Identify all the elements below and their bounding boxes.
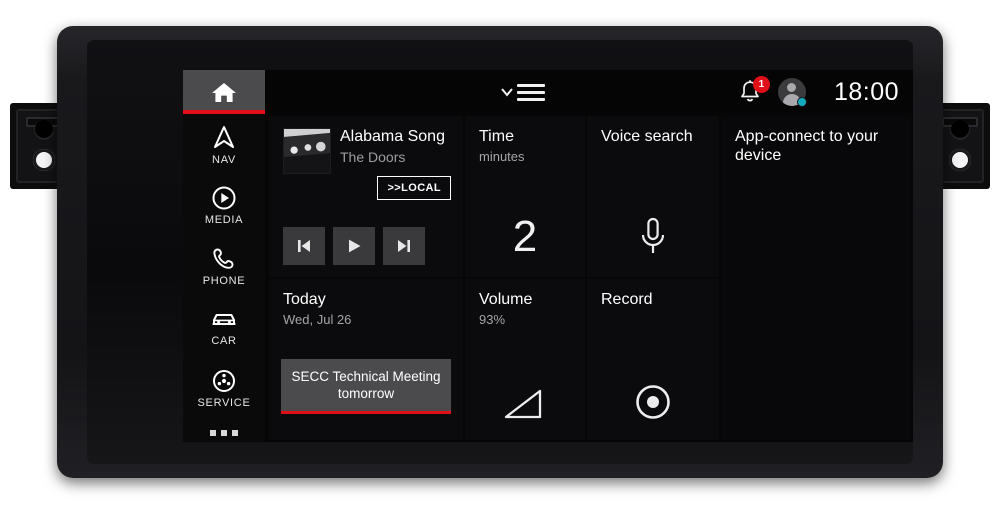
sidebar-item-label: CAR [211, 335, 237, 347]
media-header: Alabama Song The Doors [283, 128, 451, 174]
play-icon [349, 239, 361, 253]
play-button[interactable] [333, 227, 375, 265]
sidebar-item-label: PHONE [202, 275, 246, 287]
calendar-event-item[interactable]: SECC Technical Meeting tomorrow [281, 358, 451, 414]
time-tile[interactable]: Time minutes 2 [465, 116, 585, 277]
head-unit-device: 1 18:00 NAV MEDIA PHONE CAR SERVICE Alab… [57, 26, 943, 478]
right-bracket-screw-hole [949, 149, 971, 171]
track-info: Alabama Song The Doors [340, 128, 445, 165]
clock: 18:00 [833, 77, 899, 106]
home-icon [212, 82, 236, 102]
volume-triangle-icon [504, 389, 542, 419]
home-active-indicator [183, 110, 265, 114]
screen-body: NAV MEDIA PHONE CAR SERVICE Alabama Song… [183, 114, 913, 442]
media-player-tile[interactable]: Alabama Song The Doors >>LOCAL [269, 116, 463, 277]
hamburger-icon [517, 83, 545, 101]
car-icon [212, 314, 236, 325]
app-connect-tile[interactable]: App-connect to your device [721, 116, 911, 440]
more-dots-icon[interactable] [183, 430, 265, 436]
next-track-button[interactable] [383, 227, 425, 265]
time-tile-value-wrap: 2 [465, 215, 585, 259]
volume-value: 93% [479, 311, 506, 327]
sidebar-item-service[interactable]: SERVICE [183, 358, 265, 419]
voice-search-tile[interactable]: Voice search [587, 116, 719, 277]
sidebar: NAV MEDIA PHONE CAR SERVICE [183, 114, 265, 442]
notifications-button[interactable]: 1 [738, 76, 770, 105]
chevron-down-icon [501, 87, 513, 97]
album-art-thumbnail [283, 128, 331, 174]
calendar-date: Wed, Jul 26 [283, 311, 352, 327]
notification-badge: 1 [752, 76, 770, 93]
sidebar-item-label: MEDIA [204, 214, 244, 226]
left-bracket-screw-hole [33, 149, 55, 171]
volume-tile[interactable]: Volume 93% [465, 279, 585, 440]
previous-track-button[interactable] [283, 227, 325, 265]
media-play-circle-icon [212, 186, 236, 210]
sidebar-item-media[interactable]: MEDIA [183, 175, 265, 236]
record-tile[interactable]: Record [587, 279, 719, 440]
tile-grid: Alabama Song The Doors >>LOCAL Time minu… [265, 114, 913, 442]
infotainment-screen: 1 18:00 NAV MEDIA PHONE CAR SERVICE Alab… [183, 70, 913, 442]
sidebar-item-phone[interactable]: PHONE [183, 236, 265, 297]
status-bar: 1 18:00 [183, 70, 913, 114]
microphone-icon [641, 217, 665, 253]
main-menu-button[interactable] [501, 83, 545, 101]
left-bracket-bolt [35, 120, 53, 138]
sidebar-item-car[interactable]: CAR [183, 297, 265, 358]
device-bezel: 1 18:00 NAV MEDIA PHONE CAR SERVICE Alab… [87, 40, 913, 464]
time-tile-subtitle: minutes [479, 148, 525, 164]
time-tile-value: 2 [512, 212, 538, 261]
time-tile-title: Time [479, 128, 514, 145]
skip-next-icon [398, 240, 410, 252]
volume-title: Volume [479, 291, 533, 308]
track-artist: The Doors [340, 148, 406, 165]
voice-search-icon-wrap [587, 215, 719, 259]
source-local-button[interactable]: >>LOCAL [377, 176, 451, 200]
record-icon-wrap [587, 382, 719, 422]
app-connect-title: App-connect to your device [735, 128, 879, 164]
status-bar-right: 1 18:00 [738, 70, 913, 114]
track-title: Alabama Song [340, 128, 445, 145]
record-circle-icon [636, 385, 670, 419]
sidebar-item-nav[interactable]: NAV [183, 114, 265, 175]
sidebar-item-home[interactable] [183, 70, 265, 114]
navigation-arrow-icon [214, 125, 234, 148]
transport-controls [283, 227, 425, 265]
phone-handset-icon [213, 248, 234, 269]
voice-search-title: Voice search [601, 128, 693, 145]
sidebar-item-label: SERVICE [197, 397, 251, 409]
service-wheel-icon [213, 370, 235, 392]
calendar-tile[interactable]: Today Wed, Jul 26 SECC Technical Meeting… [269, 279, 463, 440]
user-profile-button[interactable] [777, 78, 807, 107]
record-title: Record [601, 291, 653, 308]
skip-previous-icon [298, 240, 310, 252]
sidebar-item-label: NAV [212, 153, 236, 166]
avatar-status-dot [796, 97, 807, 107]
right-bracket-bolt [951, 120, 969, 138]
volume-icon-wrap [465, 388, 585, 422]
calendar-title: Today [283, 291, 326, 308]
